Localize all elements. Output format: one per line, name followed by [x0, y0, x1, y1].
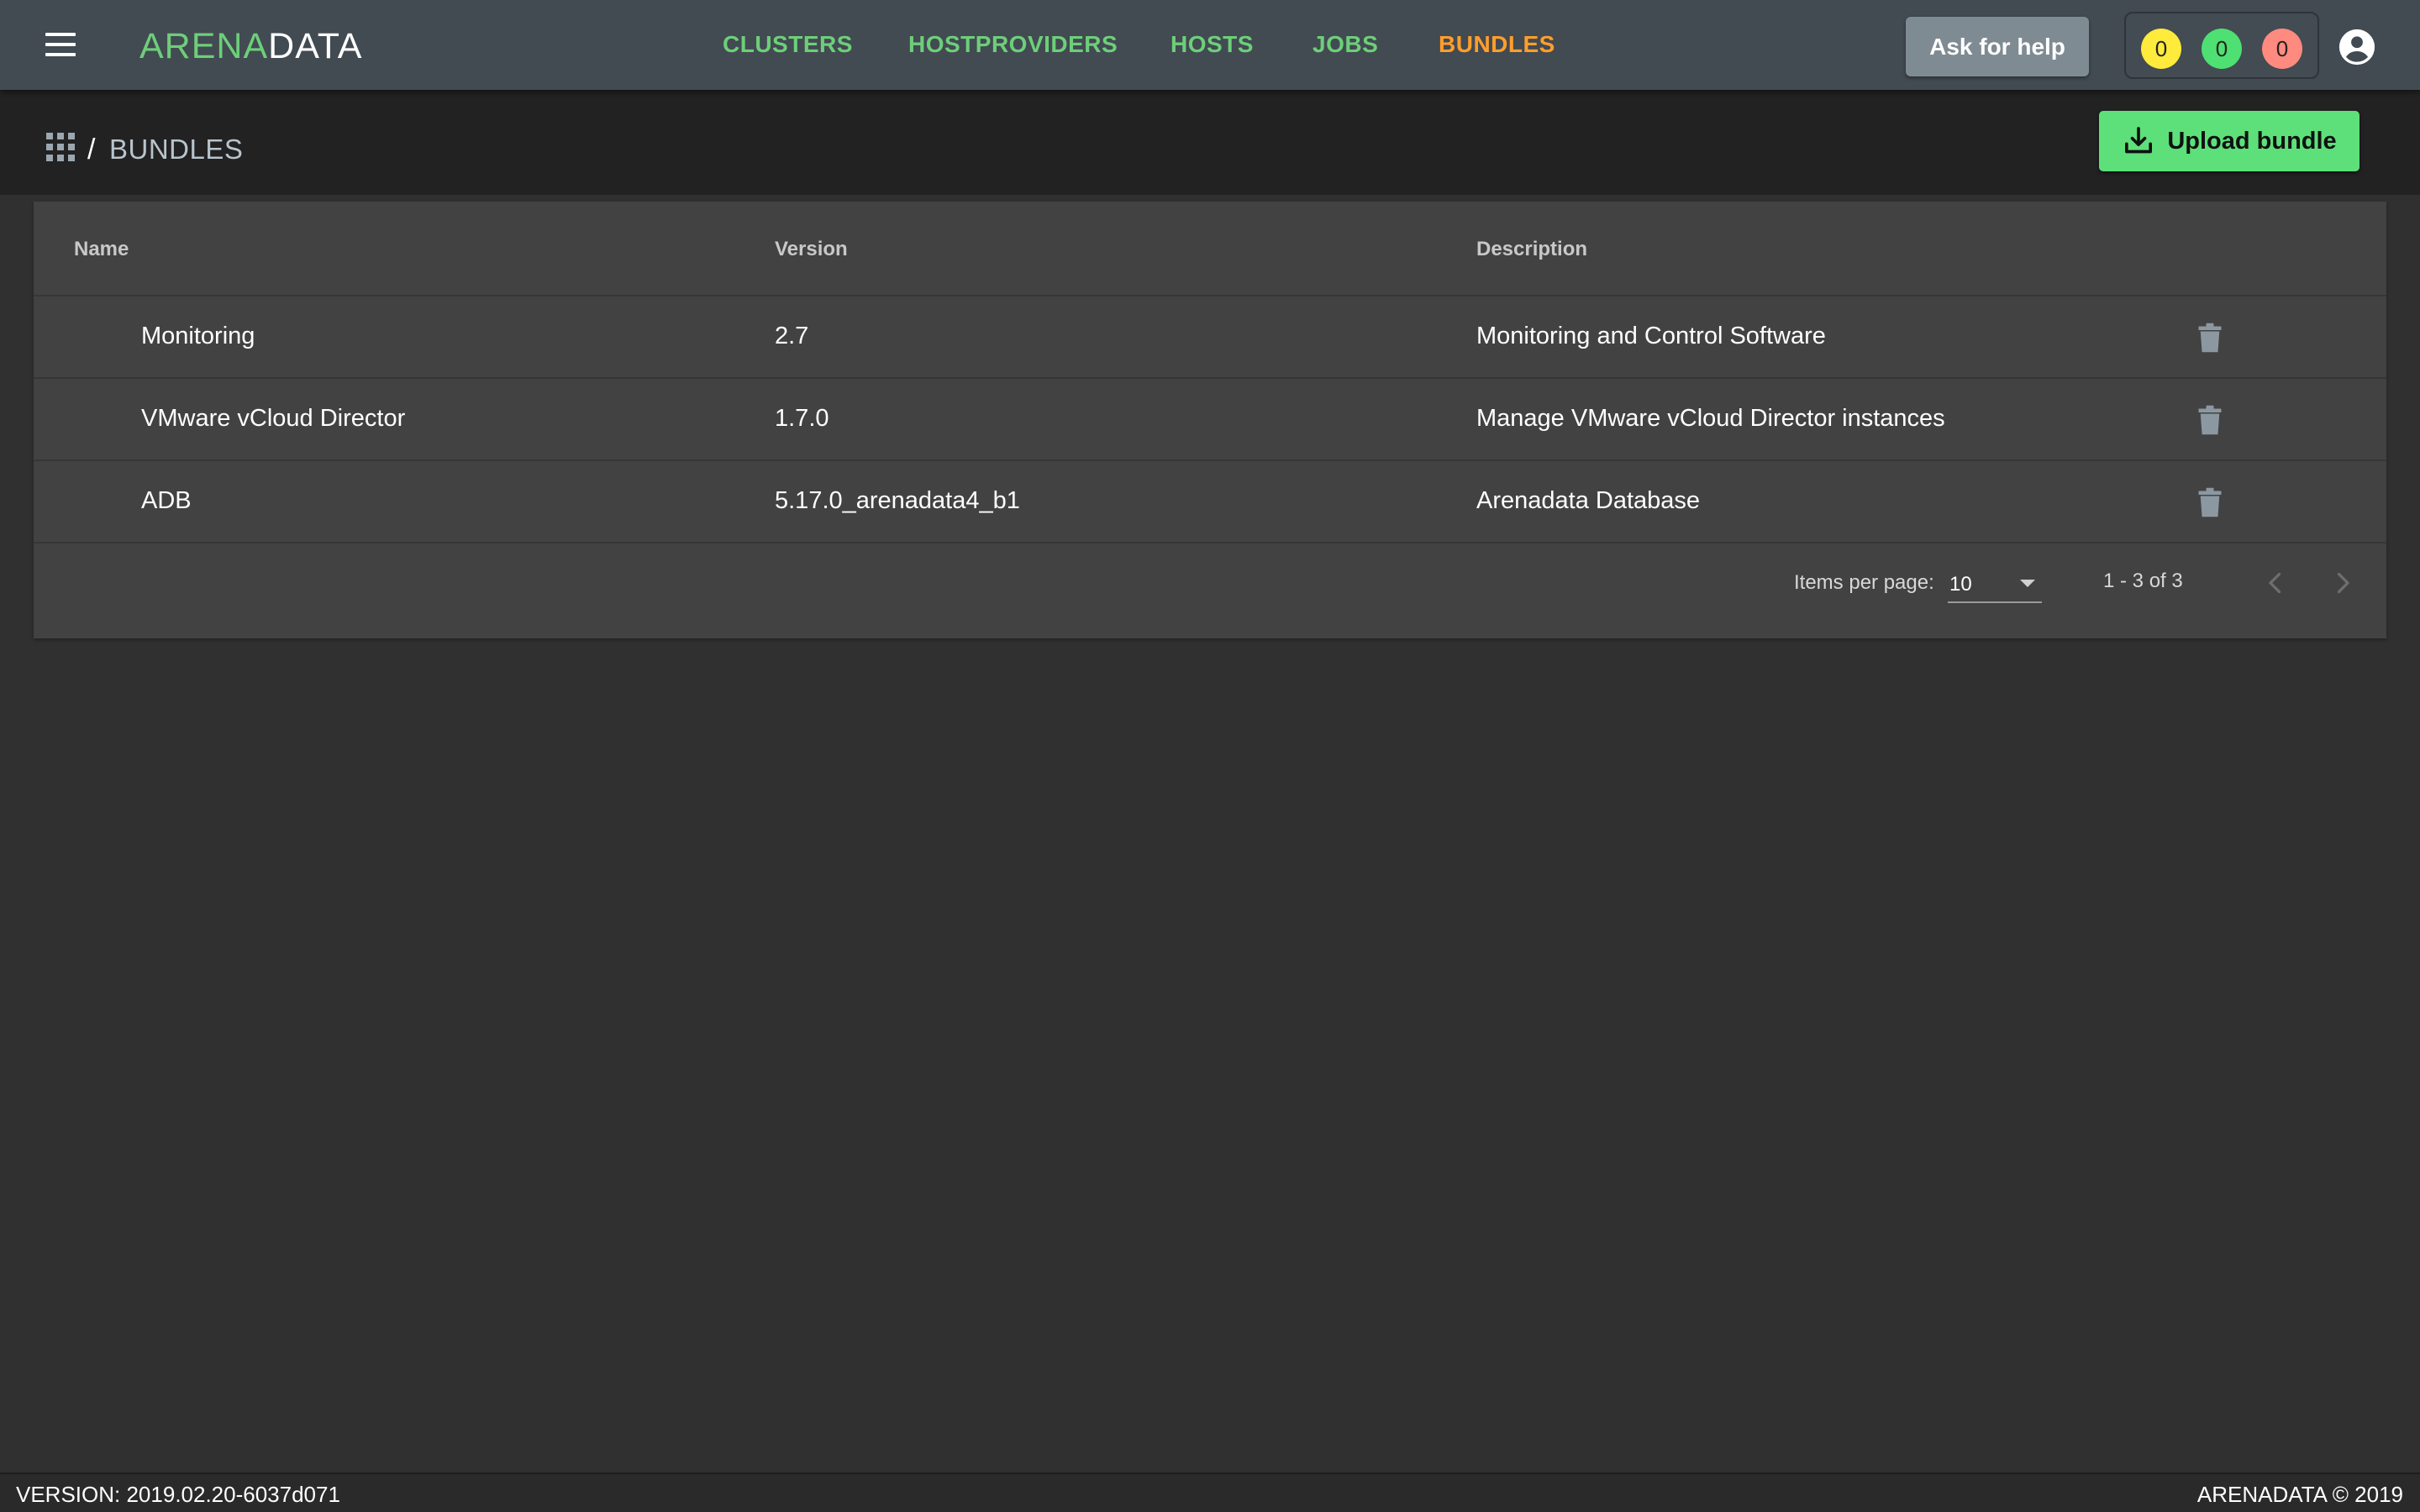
nav-bundles[interactable]: BUNDLES — [1439, 31, 1555, 58]
items-per-page-label: Items per page: — [1794, 571, 1934, 594]
cell-name: Monitoring — [141, 323, 255, 349]
cell-description: Manage VMware vCloud Director instances — [1476, 405, 1945, 432]
chevron-right-icon[interactable] — [2328, 566, 2358, 600]
cell-version: 2.7 — [775, 323, 809, 349]
delete-icon[interactable] — [2195, 486, 2225, 519]
copyright-label: ARENADATA © 2019 — [2196, 1482, 2403, 1507]
cell-name: VMware vCloud Director — [141, 405, 406, 432]
job-status-counters: 0 0 0 — [2124, 12, 2319, 79]
cell-version: 5.17.0_arenadata4_b1 — [775, 487, 1020, 514]
account-circle-icon[interactable] — [2338, 28, 2376, 66]
nav-hostproviders[interactable]: HOSTPROVIDERS — [908, 31, 1118, 58]
nav-jobs[interactable]: JOBS — [1313, 31, 1378, 58]
cell-description: Arenadata Database — [1476, 487, 1701, 514]
table-header: Name Version Description — [34, 202, 2386, 297]
page-subheader: / BUNDLES Upload bundle — [0, 90, 2420, 195]
version-label: VERSION: 2019.02.20-6037d071 — [16, 1482, 340, 1507]
cell-description: Monitoring and Control Software — [1476, 323, 1826, 349]
counter-failed[interactable]: 0 — [2262, 29, 2302, 69]
column-header-version[interactable]: Version — [775, 238, 848, 261]
nav-hosts[interactable]: HOSTS — [1171, 31, 1254, 58]
nav-clusters[interactable]: CLUSTERS — [723, 31, 853, 58]
column-header-name[interactable]: Name — [74, 238, 129, 261]
page-footer: VERSION: 2019.02.20-6037d071 ARENADATA ©… — [0, 1473, 2420, 1512]
logo-part-data: DATA — [268, 26, 363, 66]
delete-icon[interactable] — [2195, 403, 2225, 437]
app-logo[interactable]: ARENADATA — [139, 25, 362, 67]
download-icon — [2125, 127, 2153, 154]
upload-bundle-button[interactable]: Upload bundle — [2099, 111, 2360, 171]
breadcrumb-current: BUNDLES — [109, 134, 244, 165]
menu-icon[interactable] — [44, 29, 77, 60]
ask-for-help-button[interactable]: Ask for help — [1906, 17, 2089, 76]
apps-grid-icon[interactable] — [46, 133, 75, 161]
column-header-description[interactable]: Description — [1476, 238, 1587, 261]
logo-part-arena: ARENA — [139, 26, 269, 66]
top-toolbar: ARENADATA CLUSTERS HOSTPROVIDERS HOSTS J… — [0, 0, 2420, 90]
table-row[interactable]: Monitoring 2.7 Monitoring and Control So… — [34, 297, 2386, 379]
table-row[interactable]: VMware vCloud Director 1.7.0 Manage VMwa… — [34, 379, 2386, 461]
items-per-page-select[interactable]: 10 — [1948, 561, 2042, 603]
paginator: Items per page: 10 1 - 3 of 3 — [34, 529, 2386, 638]
counter-running[interactable]: 0 — [2141, 29, 2181, 69]
items-per-page-value: 10 — [1949, 573, 1972, 596]
cell-name: ADB — [141, 487, 192, 514]
upload-bundle-label: Upload bundle — [2167, 127, 2337, 155]
page-range-label: 1 - 3 of 3 — [2103, 570, 2183, 592]
counter-success[interactable]: 0 — [2202, 29, 2242, 69]
chevron-left-icon[interactable] — [2260, 566, 2291, 600]
breadcrumb-separator: / — [87, 134, 96, 165]
cell-version: 1.7.0 — [775, 405, 829, 432]
bundles-table: Name Version Description Monitoring 2.7 … — [34, 202, 2386, 638]
dropdown-arrow-icon — [2020, 580, 2035, 587]
delete-icon[interactable] — [2195, 321, 2225, 354]
